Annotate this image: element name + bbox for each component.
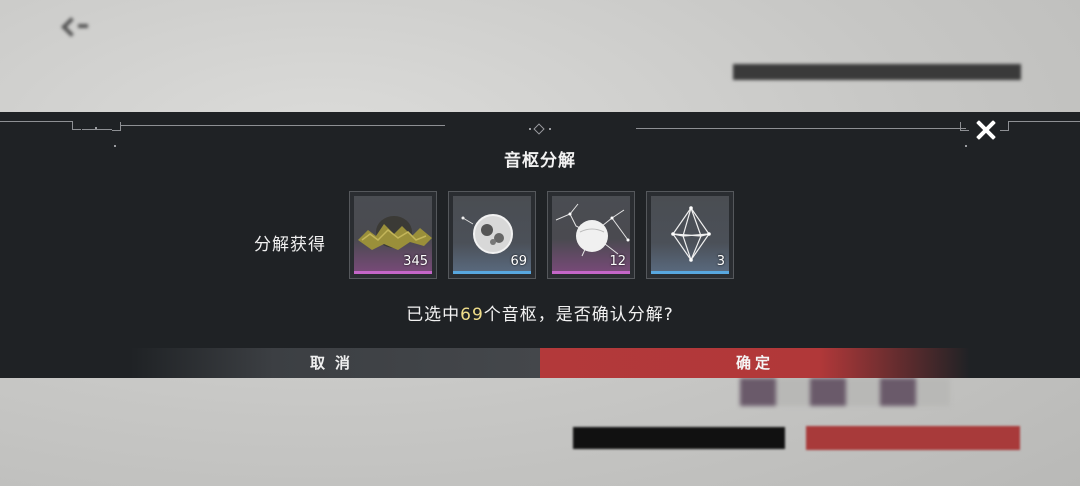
rarity-bar <box>552 271 630 274</box>
background-button-dark <box>573 427 785 449</box>
selected-count: 69 <box>460 305 484 325</box>
frame-corner <box>960 122 969 131</box>
background-sort-bar <box>733 64 1021 80</box>
frame-corner <box>72 121 81 130</box>
dismantle-dialog: 音枢分解 分解获得 345 69 12 3 已选中69个音枢，是否确认分解? 取… <box>0 112 1080 378</box>
frame-corner <box>1000 122 1009 131</box>
reward-item[interactable]: 345 <box>349 191 437 279</box>
rarity-bar <box>651 271 729 274</box>
rarity-bar <box>354 271 432 274</box>
frame-diamond-icon <box>533 123 545 135</box>
frame-dot <box>95 127 97 129</box>
background-button-red <box>806 426 1020 450</box>
frame-line <box>82 129 112 130</box>
reward-item-thumb: 12 <box>552 196 630 274</box>
confirm-question: 已选中69个音枢，是否确认分解? <box>0 300 1080 325</box>
reward-label: 分解获得 <box>254 235 326 255</box>
confirm-button[interactable]: 确定 <box>540 348 970 378</box>
cancel-button[interactable]: 取消 <box>130 348 540 378</box>
frame-dot <box>549 128 551 130</box>
reward-item[interactable]: 12 <box>547 191 635 279</box>
reward-item-thumb: 3 <box>651 196 729 274</box>
frame-corner <box>112 122 121 131</box>
reward-item-thumb: 345 <box>354 196 432 274</box>
background-selected-items <box>740 378 950 406</box>
reward-quantity: 345 <box>403 254 428 269</box>
back-arrow-icon <box>62 16 92 36</box>
frame-line <box>1008 121 1080 122</box>
close-icon[interactable] <box>972 116 1000 144</box>
frame-line <box>0 121 72 122</box>
question-prefix: 已选中 <box>406 305 461 325</box>
reward-quantity: 3 <box>716 254 725 269</box>
frame-dot <box>529 128 531 130</box>
reward-quantity: 69 <box>510 254 527 269</box>
rarity-bar <box>453 271 531 274</box>
question-suffix: 个音枢，是否确认分解? <box>483 305 674 325</box>
reward-item[interactable]: 3 <box>646 191 734 279</box>
frame-line <box>636 128 966 129</box>
reward-quantity: 12 <box>609 254 626 269</box>
reward-item-thumb: 69 <box>453 196 531 274</box>
frame-line <box>120 125 445 126</box>
dialog-title: 音枢分解 <box>504 151 576 171</box>
reward-item[interactable]: 69 <box>448 191 536 279</box>
